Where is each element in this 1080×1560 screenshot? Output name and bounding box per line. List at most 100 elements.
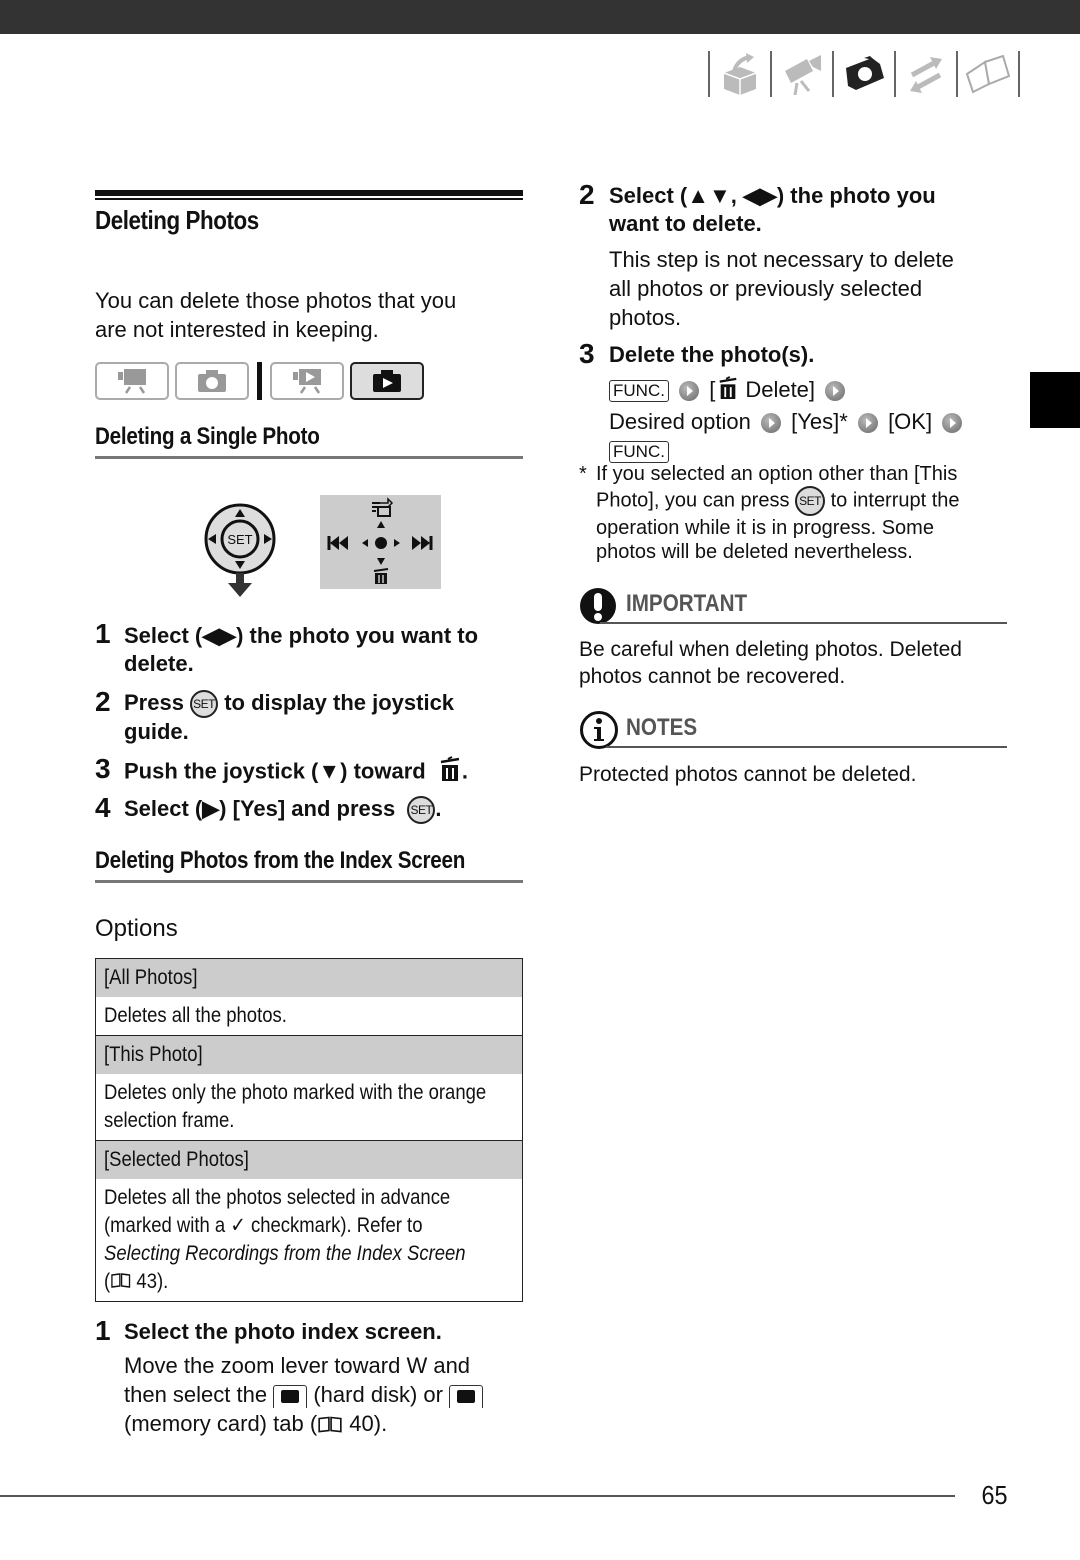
step-description: Move the zoom lever toward W and then se…: [124, 1351, 544, 1440]
book-icon: [317, 1411, 343, 1440]
step-desc-line: (memory card) tab (: [124, 1411, 318, 1436]
intro-line: You can delete those photos that you: [95, 288, 457, 313]
footer-rule: [0, 1495, 955, 1497]
menu-bracket: [: [709, 377, 716, 402]
nav-separator: [894, 51, 896, 97]
step-line: Push the joystick (▼) toward: [124, 758, 426, 784]
next-arrow-icon: [761, 412, 781, 433]
movie-record-mode-icon: [95, 362, 169, 400]
step-number: 2: [95, 686, 111, 717]
option-desc-line: Deletes all the photos.: [104, 1004, 287, 1027]
nav-separator: [956, 51, 958, 97]
callout-rule: [606, 746, 1007, 748]
step-text: Select (▶) [Yes] and press SET.: [124, 795, 442, 825]
next-arrow-icon: [825, 381, 846, 402]
footnote: If you selected an option other than [Th…: [596, 462, 1016, 564]
step-number: 2: [579, 179, 595, 210]
footnote-line: to interrupt the: [830, 489, 960, 512]
step-number: 3: [579, 338, 595, 369]
step-desc-line: (hard disk) or: [313, 1382, 443, 1407]
subsection-rule: [95, 880, 523, 883]
next-arrow-icon: [679, 381, 700, 402]
mode-divider: [257, 362, 262, 400]
page-reference: 43).: [136, 1270, 169, 1293]
option-name-text: [This Photo]: [104, 1043, 203, 1066]
option-desc-line: Deletes all the photos selected in advan…: [104, 1186, 451, 1209]
set-button-icon: SET: [795, 486, 826, 516]
options-label: Options: [95, 915, 178, 942]
transfer-arrows-icon[interactable]: [902, 52, 950, 96]
set-button-icon: SET: [190, 690, 219, 719]
nav-separator: [1018, 51, 1020, 97]
footnote-line: operation while it is in progress. Some: [596, 517, 934, 539]
step-desc-line: Move the zoom lever toward W and: [124, 1353, 471, 1378]
set-button-icon: SET: [407, 796, 436, 825]
intro-line: are not interested in keeping.: [95, 317, 379, 342]
important-line: photos cannot be recovered.: [579, 665, 846, 688]
step-description: This step is not necessary to delete all…: [609, 245, 954, 332]
photo-record-mode-icon: [175, 362, 249, 400]
camera-icon[interactable]: [840, 52, 888, 96]
option-desc-line: checkmark). Refer to: [250, 1214, 423, 1237]
nav-separator: [832, 51, 834, 97]
book-icon[interactable]: [964, 52, 1012, 96]
step-line: .: [461, 758, 468, 784]
option-name-text: [Selected Photos]: [104, 1148, 249, 1171]
option-desc-line: Deletes only the photo marked with the o…: [104, 1081, 487, 1104]
step-number: 1: [95, 1315, 111, 1346]
hard-disk-tab-icon: [273, 1384, 308, 1408]
single-photo-title: Deleting a Single Photo: [95, 423, 320, 450]
movie-camera-icon[interactable]: [778, 52, 826, 96]
checkmark-icon: ✓: [230, 1214, 246, 1237]
notes-heading: NOTES: [626, 714, 698, 741]
step-text: Select (▲▼, ◀▶) the photo you want to de…: [609, 182, 936, 238]
intro-text: You can delete those photos that you are…: [95, 286, 535, 344]
step-line: delete.: [124, 651, 194, 676]
option-name-text: [All Photos]: [104, 966, 198, 989]
menu-item-delete: Delete]: [745, 377, 816, 402]
step-line: Select (◀▶) the photo you want to: [124, 623, 479, 648]
svg-text:SET: SET: [227, 532, 252, 547]
trash-icon: [717, 375, 739, 407]
footnote-line: Photo], you can press: [596, 489, 790, 512]
box-arrow-icon[interactable]: [716, 52, 764, 96]
joystick-diagram: SET: [202, 503, 278, 604]
trash-icon: [438, 756, 462, 789]
nav-separator: [770, 51, 772, 97]
page-reference: 40).: [349, 1411, 388, 1436]
step-desc-line: This step is not necessary to delete: [609, 247, 954, 272]
step-line: Select (▶) [Yes] and press: [124, 796, 396, 821]
next-arrow-icon: [857, 412, 878, 433]
option-desc: Deletes only the photo marked with the o…: [96, 1074, 522, 1141]
nav-separator: [708, 51, 710, 97]
index-screen-title: Deleting Photos from the Index Screen: [95, 847, 466, 874]
step-line: Select (▲▼, ◀▶) the photo you: [609, 183, 936, 208]
important-text: Be careful when deleting photos. Deleted…: [579, 636, 962, 690]
step-number: 1: [95, 618, 111, 649]
step-line: Press: [124, 690, 184, 715]
option-name: [Selected Photos]: [96, 1141, 522, 1179]
step-text: Push the joystick (▼) toward .: [124, 756, 468, 789]
memory-card-tab-icon: [449, 1384, 484, 1408]
mode-icons: [95, 362, 430, 400]
joystick-guide-panel: [320, 495, 441, 589]
cross-reference-link[interactable]: Selecting Recordings from the Index Scre…: [104, 1240, 466, 1268]
step-number: 3: [95, 753, 111, 784]
option-name: [All Photos]: [96, 959, 522, 997]
step-desc-line: all photos or previously selected: [609, 276, 923, 301]
desired-option-text: Desired option: [609, 408, 751, 434]
step-number: 4: [95, 792, 111, 823]
next-arrow-icon: [942, 412, 963, 433]
important-heading: IMPORTANT: [626, 590, 748, 617]
menu-item-ok: [OK]: [888, 408, 933, 434]
top-bar: [0, 0, 1080, 34]
step-description: FUNC. [Delete] Desired option [Yes]* [OK…: [609, 375, 966, 465]
step-text: Delete the photo(s).: [609, 342, 815, 367]
option-desc-line: selection frame.: [104, 1109, 235, 1132]
notes-text: Protected photos cannot be deleted.: [579, 763, 917, 786]
step-desc-line: then select the: [124, 1382, 268, 1407]
movie-play-mode-icon: [270, 362, 344, 400]
func-button: FUNC.: [609, 380, 669, 403]
chapter-side-tab: [1030, 372, 1080, 428]
important-line: Be careful when deleting photos. Deleted: [579, 638, 962, 661]
